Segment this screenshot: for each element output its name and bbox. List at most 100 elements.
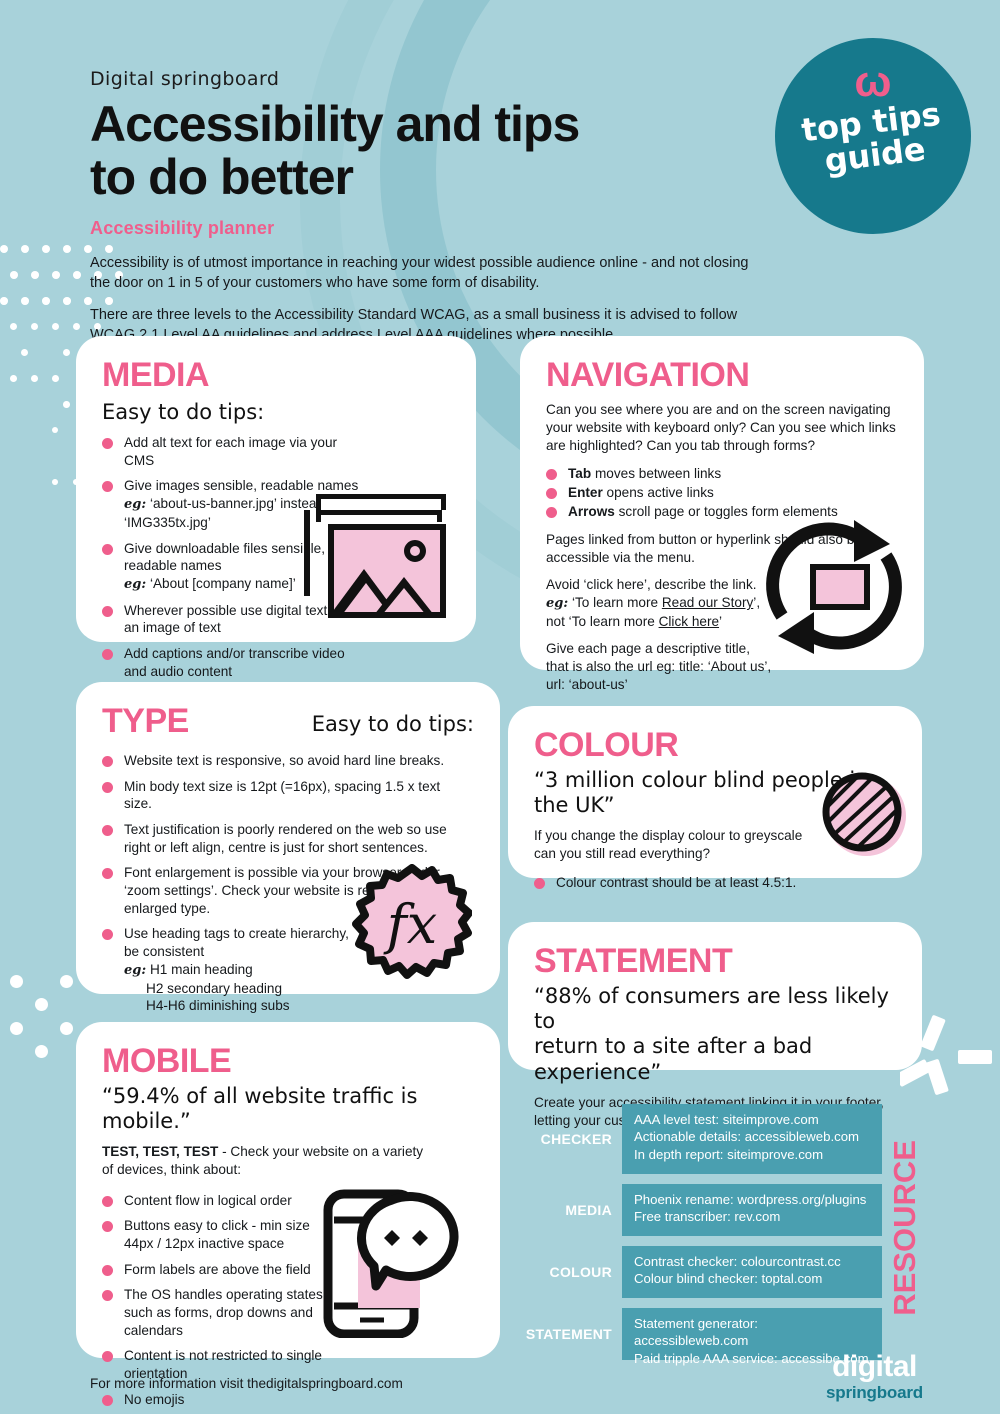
navigation-heading: NAVIGATION <box>546 358 898 392</box>
logo-springboard: springboard <box>826 1384 923 1401</box>
decor-dot <box>63 297 71 305</box>
refresh-cycle-icon <box>758 510 910 662</box>
decor-dot <box>10 323 17 330</box>
decor-dot <box>42 245 50 253</box>
list-item: Website text is responsive, so avoid har… <box>102 752 452 770</box>
top-tips-badge: ω top tips guide <box>775 38 971 234</box>
nav-eg-good-pre: ‘To learn more <box>572 595 662 610</box>
decor-dot <box>31 271 39 279</box>
badge-text: top tips guide <box>772 94 974 183</box>
media-tip-4: Add captions and/or transcribe video and… <box>124 646 345 679</box>
decor-dot <box>63 401 70 408</box>
resource-row-line: Free transcriber: rev.com <box>634 1208 870 1225</box>
card-media: MEDIA Easy to do tips: Add alt text for … <box>76 336 476 642</box>
colour-heading: COLOUR <box>534 728 896 762</box>
resource-section: RESOURCE CHECKER AAA level test: siteimpr… <box>508 1104 928 1352</box>
eg-label: eg: <box>124 497 146 512</box>
shaded-circle-icon <box>816 766 908 858</box>
resource-vertical-label: RESOURCE <box>887 1140 923 1316</box>
mobile-chat-icon <box>322 1178 482 1338</box>
type-tip-4: Use heading tags to create hierarchy, be… <box>124 926 349 959</box>
list-item: Add captions and/or transcribe video and… <box>102 645 352 680</box>
resource-row-line: Actionable details: accessibleweb.com <box>634 1128 870 1145</box>
statement-quote-line-2: return to a site after a bad experience” <box>534 1034 896 1084</box>
decor-dot <box>10 975 23 988</box>
nav-eg-good-link[interactable]: Read our Story <box>662 595 753 610</box>
page-title-line-2: to do better <box>90 149 353 205</box>
list-item: Tab moves between links <box>546 465 898 483</box>
colour-tip-0: Colour contrast should be at least 4.5:1… <box>556 875 796 890</box>
resource-row-line: Statement generator: accessibleweb.com <box>634 1315 870 1350</box>
card-type: TYPE Easy to do tips: Website text is re… <box>76 682 500 994</box>
decor-dot <box>21 349 28 356</box>
springboard-logo: digital springboard <box>826 1352 923 1401</box>
key-enter-desc: opens active links <box>607 485 714 500</box>
resource-row-line: Colour blind checker: toptal.com <box>634 1270 870 1287</box>
resource-row-label: MEDIA <box>508 1184 612 1236</box>
decor-dot <box>52 323 59 330</box>
page-title-line-1: Accessibility and tips <box>90 96 579 152</box>
type-tip-0: Website text is responsive, so avoid har… <box>124 753 444 768</box>
key-arrows: Arrows <box>568 504 615 519</box>
colour-tip-list: Colour contrast should be at least 4.5:1… <box>534 874 896 892</box>
mobile-heading: MOBILE <box>102 1044 474 1078</box>
mobile-tip-5: No emojis <box>124 1392 184 1407</box>
navigation-p2-block: Avoid ‘click here’, describe the link. e… <box>546 576 786 630</box>
decor-dot <box>73 323 80 330</box>
media-easy-label: Easy to do tips: <box>102 400 450 424</box>
resource-row-box: AAA level test: siteimprove.com Actionabl… <box>622 1104 882 1174</box>
media-tip-0: Add alt text for each image via your CMS <box>124 435 337 468</box>
key-tab-desc: moves between links <box>595 466 721 481</box>
resource-row-line: In depth report: siteimprove.com <box>634 1146 870 1163</box>
media-heading: MEDIA <box>102 358 450 392</box>
mobile-tip-3: The OS handles operating states such as … <box>124 1287 323 1337</box>
list-item: Text justification is poorly rendered on… <box>102 821 462 856</box>
resource-row: CHECKER AAA level test: siteimprove.com Ac… <box>508 1104 882 1174</box>
nav-eg-bad-link[interactable]: Click here <box>659 614 719 629</box>
resource-row: MEDIA Phoenix rename: wordpress.org/plugi… <box>508 1184 882 1236</box>
statement-quote: “88% of consumers are less likely to ret… <box>534 984 896 1085</box>
list-item: Enter opens active links <box>546 484 898 502</box>
decor-dot <box>31 323 38 330</box>
mobile-tip-2: Form labels are above the field <box>124 1262 311 1277</box>
decor-dot <box>35 1045 48 1058</box>
decor-dot <box>0 245 8 253</box>
eg-label: eg: <box>124 963 146 978</box>
resource-row-line: AAA level test: siteimprove.com <box>634 1111 870 1128</box>
decor-dot <box>21 245 29 253</box>
type-heading-h2: H2 secondary heading <box>124 981 282 996</box>
decor-dot <box>60 975 73 988</box>
card-navigation: NAVIGATION Can you see where you are and… <box>520 336 924 670</box>
type-heading-h4h6: H4-H6 diminishing subs <box>124 998 290 1013</box>
page-title: Accessibility and tips to do better <box>90 98 770 204</box>
image-stack-icon <box>294 494 454 624</box>
decor-dot <box>31 375 38 382</box>
list-item: Form labels are above the field <box>102 1261 337 1279</box>
resource-row-line: Contrast checker: colourcontrast.cc <box>634 1253 870 1270</box>
fx-glyph: fx <box>352 864 472 984</box>
decor-dot <box>63 349 70 356</box>
type-easy-label: Easy to do tips: <box>312 712 474 736</box>
resource-row-box: Contrast checker: colourcontrast.cc Colou… <box>622 1246 882 1298</box>
decor-dot <box>10 271 18 279</box>
page-header: Digital springboard Accessibility and ti… <box>90 68 770 345</box>
decor-dot <box>52 375 59 382</box>
decor-dot <box>52 271 60 279</box>
list-item: The OS handles operating states such as … <box>102 1286 337 1339</box>
list-item: Use heading tags to create hierarchy, be… <box>102 925 352 1015</box>
page-subtitle: Accessibility planner <box>90 218 770 239</box>
media-tip-1: Give images sensible, readable names <box>124 478 358 493</box>
list-item: Buttons easy to click - min size 44px / … <box>102 1217 337 1252</box>
eg-label: eg: <box>124 577 146 592</box>
decor-dot <box>10 1022 23 1035</box>
list-item: Colour contrast should be at least 4.5:1… <box>534 874 896 892</box>
list-item: Content flow in logical order <box>102 1192 337 1210</box>
list-item: Min body text size is 12pt (=16px), spac… <box>102 778 462 813</box>
mobile-quote: “59.4% of all website traffic is mobile.… <box>102 1084 474 1134</box>
decor-dot <box>35 998 48 1011</box>
footer-text: For more information visit thedigitalspr… <box>90 1375 403 1393</box>
navigation-p2: Avoid ‘click here’, describe the link. <box>546 577 757 592</box>
brand-eyebrow: Digital springboard <box>90 68 770 90</box>
mobile-lead: TEST, TEST, TEST - Check your website on… <box>102 1143 432 1179</box>
decor-dot <box>42 297 50 305</box>
